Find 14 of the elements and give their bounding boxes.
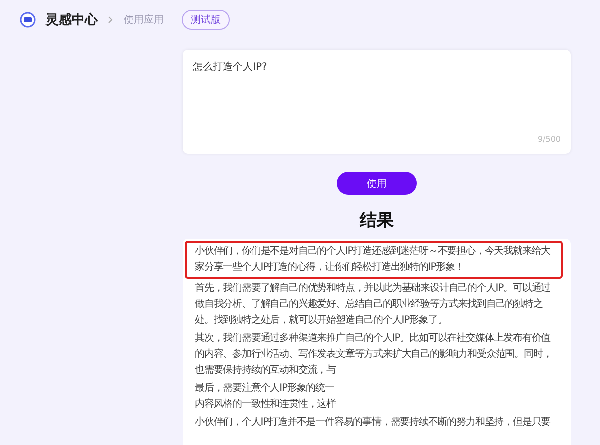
app-name[interactable]: 灵感中心 [46,11,98,29]
result-paragraph: 最后，需要注意个人IP形象的统一 内容风格的一致性和连贯性，这样 [195,382,338,412]
ai-logo-icon [20,12,36,28]
use-button[interactable]: 使用 [337,172,417,195]
prompt-text: 怎么打造个人IP? [193,60,268,74]
result-paragraph: 小伙伴们，个人IP打造并不是一件容易的事情，需要持续不断的努力和坚持，但是只要 [195,416,552,430]
character-counter: 9/500 [538,135,561,144]
beta-badge: 测试版 [182,10,230,30]
result-title: 结果 [360,211,394,231]
result-paragraph: 其次，我们需要通过多种渠道来推广自己的个人IP。比如可以在社交媒体上发布有价值 的内容、参加行业活动、写作发表文章等方式来扩大自己的影响力和受众范围。同时， 也需要保持持续的互动和交流，与 [195,332,554,378]
chevron-right-icon [108,16,114,24]
prompt-field[interactable]: 怎么打造个人IP? 9/500 [183,50,571,154]
highlighted-paragraph: 小伙伴们，你们是不是对自己的个人IP打造还感到迷茫呀～不要担心，今天我就来给大 家分享一些个人IP打造的心得，让你们轻松打造出独特的IP形象！ [185,241,563,279]
result-paragraph: 首先，我们需要了解自己的优势和特点，并以此为基础来设计自己的个人IP。可以通过 做自我分析、了解自己的兴趣爱好、总结自己的职业经验等方式来找到自己的独特之 处。找到独特之处后，就可以开始塑造自己的个人IP形象了。 [195,282,552,328]
